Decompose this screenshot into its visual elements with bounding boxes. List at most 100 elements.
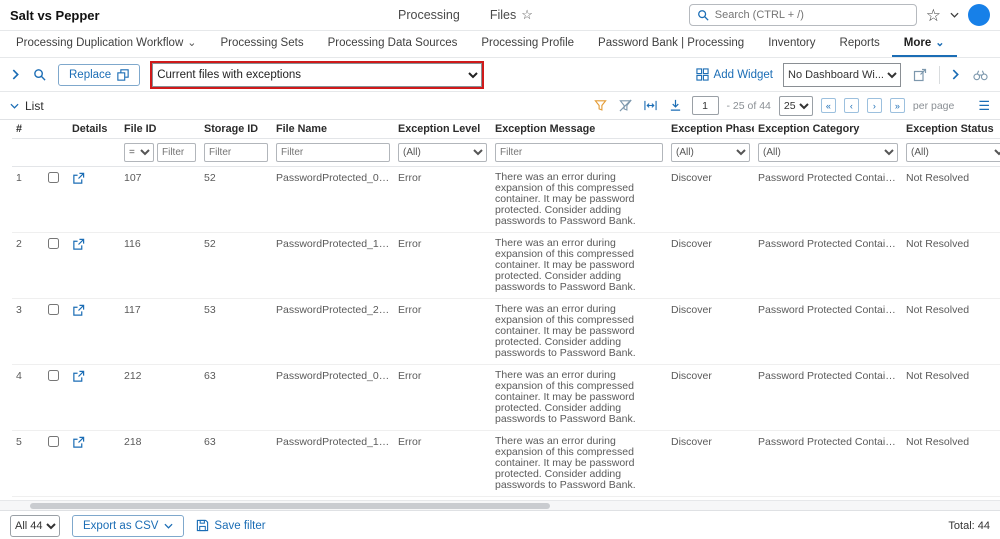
exception-category-filter-select[interactable]: (All) [758,143,898,162]
nav-tab-label: Password Bank | Processing [598,37,745,49]
arrow-down-to-line-icon [669,99,682,112]
find-button[interactable] [971,67,990,83]
table-row[interactable]: 3 117 53 PasswordProtected_2.zip Error T… [12,298,1000,365]
save-filter-button[interactable]: Save filter [196,519,266,532]
top-tab-files[interactable]: Files ☆ [490,7,533,23]
open-details-icon[interactable] [72,304,85,317]
nav-tab-processing-data-sources[interactable]: Processing Data Sources [316,31,470,57]
chevron-down-icon [10,103,19,109]
import-button[interactable] [667,97,684,114]
list-section-toggle[interactable]: List [10,99,44,113]
exception-status-filter-select[interactable]: (All) [906,143,1000,162]
cell-exception-level: Error [394,364,491,431]
results-table: # Details File ID Storage ID File Name E… [12,120,1000,500]
next-panel-button[interactable] [950,67,961,82]
cell-exception-level: Error [394,430,491,497]
row-checkbox[interactable] [48,172,59,183]
table-row[interactable]: 2 116 52 PasswordProtected_1.zip Error T… [12,232,1000,299]
row-checkbox[interactable] [48,304,59,315]
open-details-icon[interactable] [72,172,85,185]
cell-exception-level: Error [394,166,491,233]
selection-scope-select[interactable]: All 44 [10,514,60,537]
col-header-exception-level[interactable]: Exception Level [394,120,491,139]
table-row[interactable]: 1 107 52 PasswordProtected_0.zip Error T… [12,166,1000,233]
table-row[interactable]: 4 212 63 PasswordProtected_0.zip Error T… [12,364,1000,431]
storage-id-filter-input[interactable] [204,143,268,162]
last-page-button[interactable]: » [889,98,905,113]
nav-tab-reports[interactable]: Reports [828,31,892,57]
add-widget-button[interactable]: Add Widget [695,68,773,81]
filter-button[interactable] [592,97,609,114]
first-page-button[interactable]: « [820,98,836,113]
list-controls: - 25 of 44 25 « ‹ › » per page ☰ [592,95,990,116]
favorite-page-star-icon[interactable]: ☆ [521,7,533,23]
list-title: List [25,98,44,113]
dashboard-select[interactable]: No Dashboard Wi... [783,62,901,87]
nav-tabs: Processing Duplication Workflow ⌄ Processi… [0,31,1000,58]
toolbar-right: Add Widget No Dashboard Wi... [695,62,990,87]
cell-exception-message: There was an error during expansion of t… [491,298,667,365]
favorites-chevron-down-icon[interactable] [950,12,959,18]
collapse-panel-button[interactable] [10,67,21,82]
horizontal-scrollbar[interactable] [0,500,1000,510]
col-header-file-name[interactable]: File Name [272,120,394,139]
cell-storage-id: 63 [200,430,272,497]
col-header-exception-message[interactable]: Exception Message [491,120,667,139]
export-csv-button[interactable]: Export as CSV [72,514,185,537]
search-icon [697,9,709,21]
file-name-filter-input[interactable] [276,143,390,162]
row-checkbox[interactable] [48,436,59,447]
cell-exception-category: Password Protected Container [754,430,902,497]
nav-tab-password-bank-processing[interactable]: Password Bank | Processing [586,31,756,57]
prev-page-button[interactable]: ‹ [843,98,859,113]
funnel-icon [593,99,607,112]
file-id-operator-select[interactable]: = [124,142,154,162]
col-header-file-id[interactable]: File ID [120,120,200,139]
cell-file-id: 107 [120,166,200,233]
col-header-num[interactable]: # [12,120,44,139]
exception-phase-filter-select[interactable]: (All) [671,143,750,162]
top-tab-processing[interactable]: Processing [398,8,460,22]
clear-filter-button[interactable] [617,97,634,114]
global-search-box[interactable] [688,4,917,26]
search-input[interactable] [714,9,909,21]
next-page-button[interactable]: › [866,98,882,113]
nav-tab-label: Inventory [768,37,816,49]
user-avatar[interactable] [968,4,990,26]
per-page-select[interactable]: 25 [778,95,813,116]
open-details-icon[interactable] [72,370,85,383]
nav-tab-processing-profile[interactable]: Processing Profile [469,31,586,57]
replace-button[interactable]: Replace [58,63,141,86]
col-header-storage-id[interactable]: Storage ID [200,120,272,139]
column-menu-icon[interactable]: ☰ [978,98,990,114]
cell-exception-phase: Discover [667,232,754,299]
nav-tab-processing-sets[interactable]: Processing Sets [208,31,315,57]
quick-search-button[interactable] [31,66,48,83]
nav-tab-label: Processing Duplication Workflow [16,37,184,49]
row-checkbox[interactable] [48,238,59,249]
nav-tab-processing-duplication-workflow[interactable]: Processing Duplication Workflow ⌄ [4,31,208,57]
open-dashboard-button[interactable] [911,66,929,84]
cell-file-id: 218 [120,430,200,497]
horizontal-scrollbar-thumb[interactable] [30,503,550,509]
open-details-icon[interactable] [72,238,85,251]
cell-exception-status: Not Resolved [902,430,1000,497]
saved-view-select[interactable]: Current files with exceptions [152,62,483,87]
exception-level-filter-select[interactable]: (All) [398,143,487,162]
open-details-icon[interactable] [72,436,85,449]
col-header-details[interactable]: Details [68,120,120,139]
col-header-exception-status[interactable]: Exception Status [902,120,1000,139]
file-id-filter-input[interactable] [157,142,196,162]
nav-tab-more[interactable]: More ⌄ [891,31,957,57]
page-number-input[interactable] [691,96,719,115]
exception-message-filter-input[interactable] [495,143,663,162]
col-header-exception-phase[interactable]: Exception Phase [667,120,754,139]
row-checkbox[interactable] [48,370,59,381]
col-header-exception-category[interactable]: Exception Category [754,120,902,139]
add-widget-label: Add Widget [713,68,773,81]
table-row[interactable]: 5 218 63 PasswordProtected_1.zip Error T… [12,430,1000,497]
nav-tab-inventory[interactable]: Inventory [756,31,827,57]
favorites-star-icon[interactable]: ☆ [926,7,941,24]
cell-exception-category: Password Protected Container [754,166,902,233]
fit-columns-button[interactable] [642,97,659,114]
